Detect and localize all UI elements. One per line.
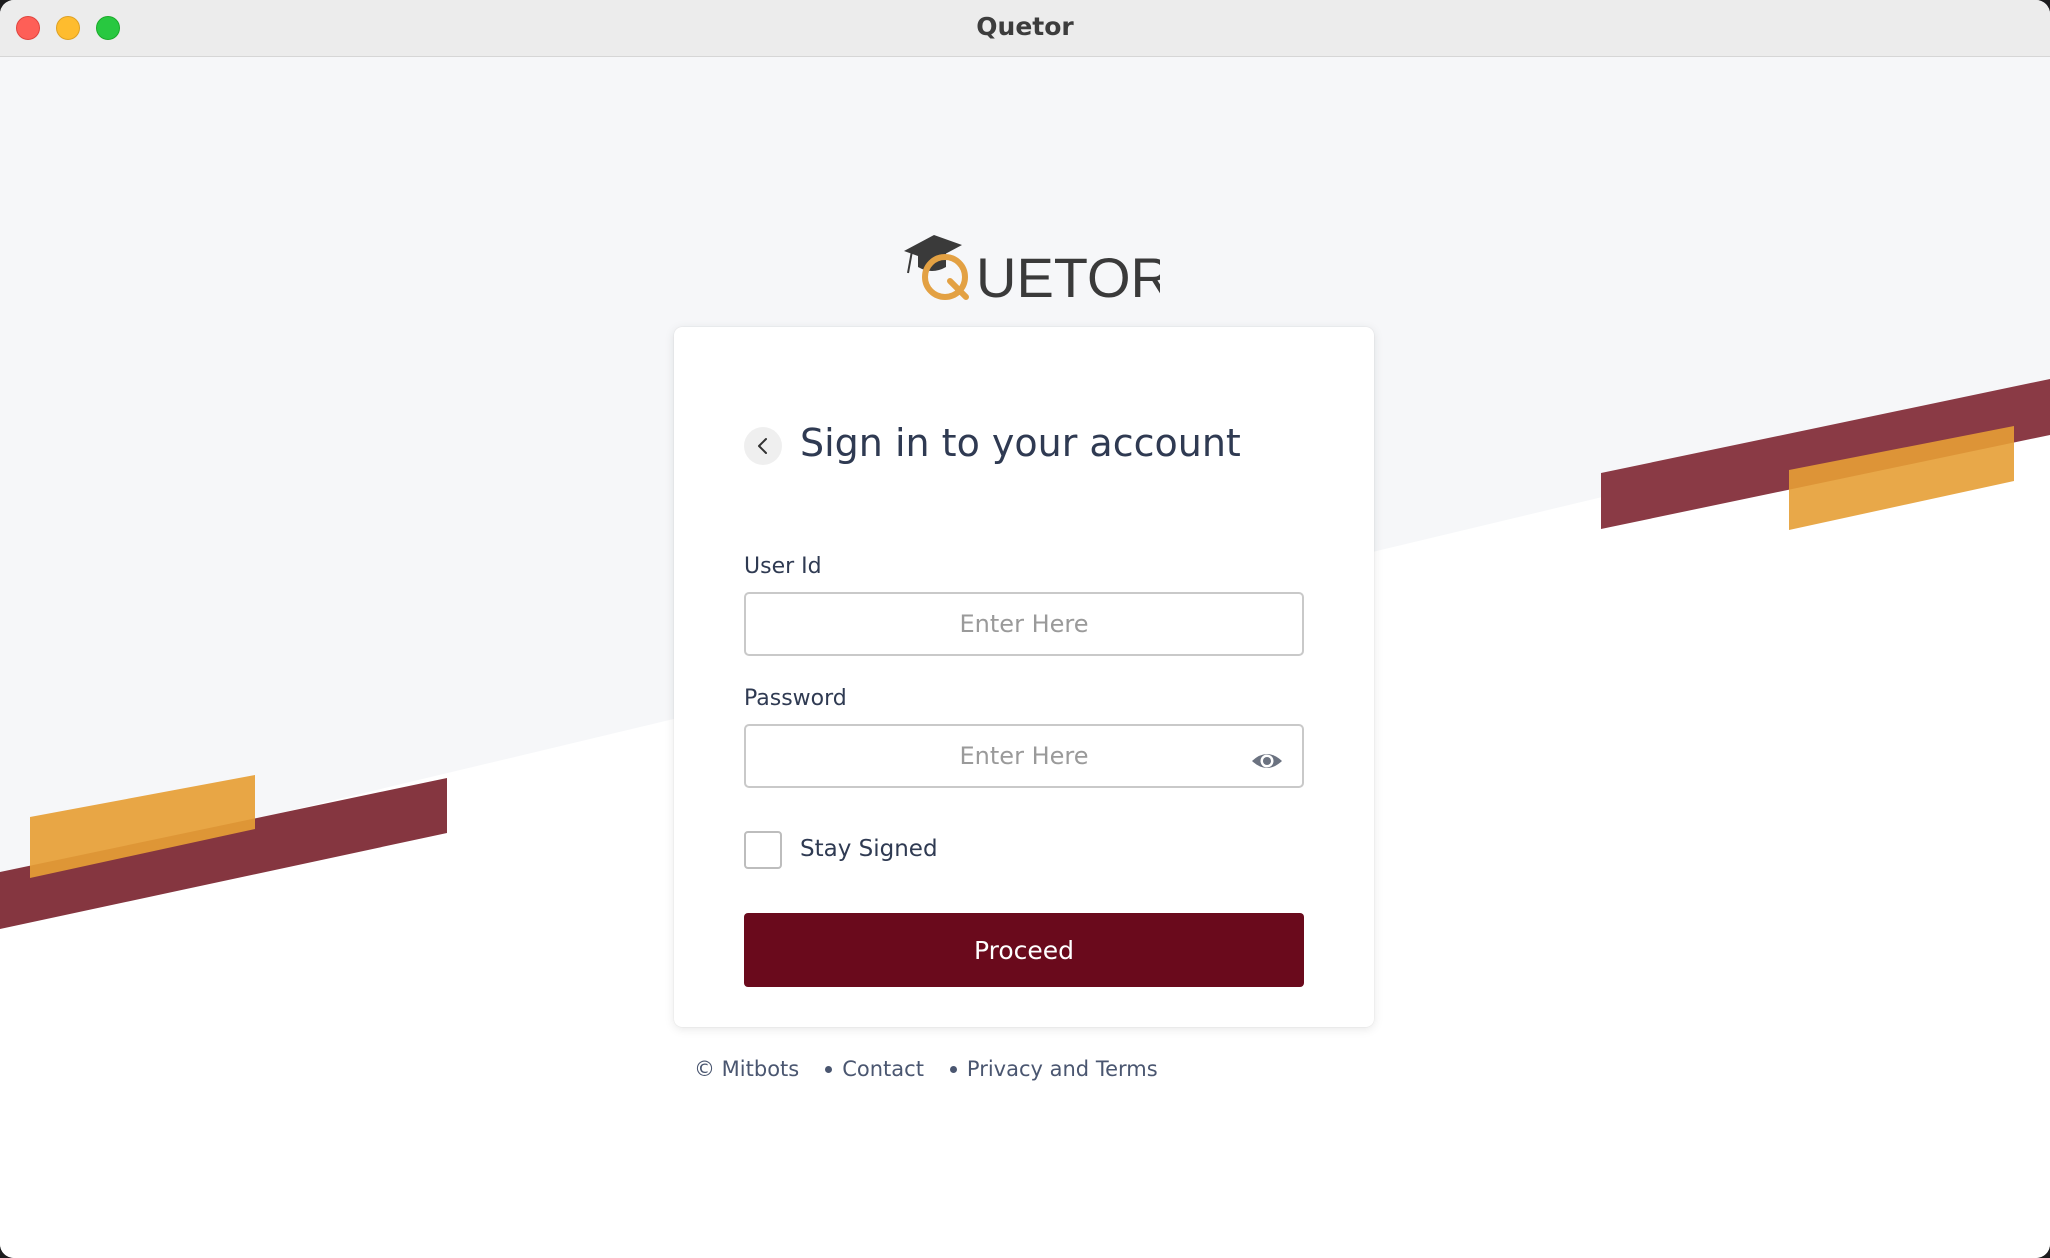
password-label: Password [744, 686, 847, 711]
footer: © Mitbots Contact Privacy and Terms [694, 1057, 1158, 1081]
login-page: UETOR Sign in to your account User Id Pa… [0, 57, 2050, 1258]
logo-wordmark: UETOR [976, 246, 1160, 303]
quetor-logo: UETOR [904, 235, 1160, 303]
footer-separator-dot [949, 1065, 957, 1073]
footer-separator-dot [825, 1065, 833, 1073]
user-id-input[interactable] [744, 592, 1304, 656]
contact-link[interactable]: Contact [842, 1057, 924, 1081]
app-window: Quetor UETOR Sign in to your account Use… [0, 0, 2050, 1258]
signin-card: Sign in to your account User Id Password… [674, 327, 1374, 1027]
back-button[interactable] [744, 427, 782, 465]
privacy-terms-link[interactable]: Privacy and Terms [967, 1057, 1158, 1081]
window-title: Quetor [976, 12, 1074, 41]
user-id-label: User Id [744, 554, 822, 579]
copyright-text: © Mitbots [694, 1057, 800, 1081]
chevron-left-icon [758, 438, 767, 454]
proceed-button[interactable]: Proceed [744, 913, 1304, 987]
title-bar: Quetor [0, 0, 2050, 57]
signin-title: Sign in to your account [800, 421, 1241, 465]
stay-signed-checkbox[interactable] [744, 831, 782, 869]
eye-icon[interactable] [1250, 744, 1284, 778]
password-input[interactable] [744, 724, 1304, 788]
stay-signed-label: Stay Signed [800, 836, 938, 862]
